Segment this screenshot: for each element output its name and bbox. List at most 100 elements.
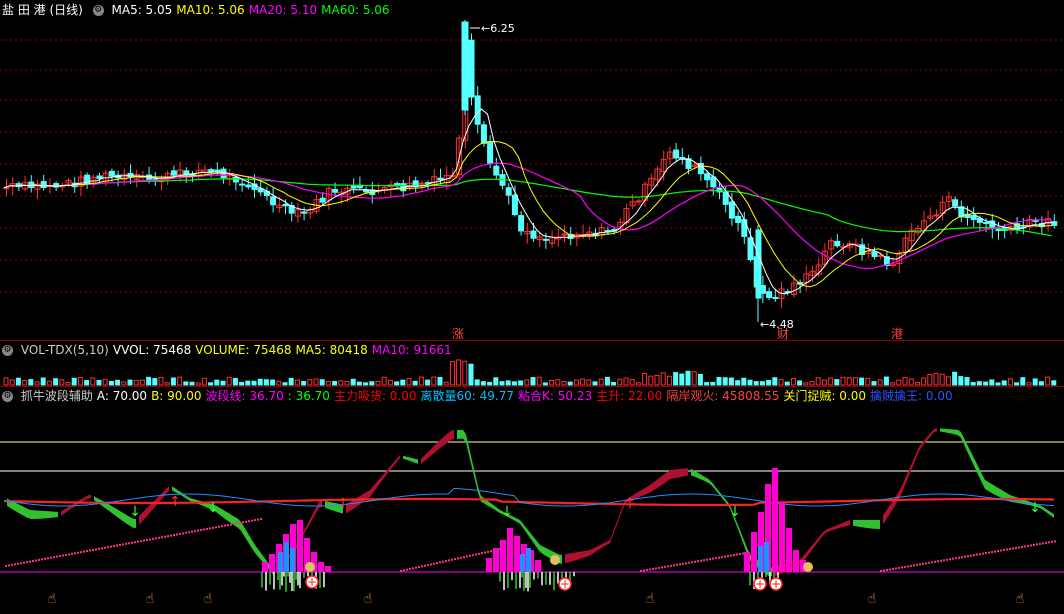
stair-dot [682, 562, 684, 565]
stair-dot [101, 547, 103, 550]
stair-dot [952, 557, 954, 560]
stair-dot [892, 567, 894, 570]
stair-dot [212, 526, 214, 529]
stair-dot [706, 558, 708, 561]
stair-dot [242, 521, 244, 524]
stair-dot [131, 541, 133, 544]
stair-dot [727, 555, 729, 558]
stair-dot [439, 561, 441, 564]
wave-band [421, 430, 454, 464]
stair-dot [200, 529, 202, 532]
stair-dot [53, 556, 55, 559]
buy-plus-icon: + [755, 577, 765, 591]
stair-dot [691, 561, 693, 564]
histogram-bar [786, 528, 792, 572]
stair-dot [460, 556, 462, 559]
stair-dot [167, 535, 169, 538]
histogram-bar [507, 528, 513, 572]
stair-dot [221, 525, 223, 528]
stair-dot [484, 551, 486, 554]
stair-dot [83, 550, 85, 553]
stair-dot [943, 559, 945, 562]
stair-dot [946, 558, 948, 561]
stair-dot [1054, 540, 1056, 543]
stair-dot [71, 552, 73, 555]
hand-pointer-icon: ☝ [146, 591, 155, 607]
stair-dot [886, 568, 888, 571]
stair-dot [1003, 549, 1005, 552]
stair-dot [913, 564, 915, 567]
hand-pointer-icon: ☝ [1016, 591, 1025, 607]
stair-dot [661, 566, 663, 569]
stair-dot [260, 518, 262, 520]
stair-dot [152, 537, 154, 540]
stair-dot [11, 563, 13, 566]
up-arrow-icon: ↑ [337, 496, 349, 512]
stair-dot [412, 567, 414, 570]
stair-dot [646, 568, 648, 571]
stair-dot [928, 561, 930, 564]
stair-dot [919, 563, 921, 566]
stair-dot [1045, 541, 1047, 544]
histogram-bar [297, 520, 303, 572]
stair-dot [907, 565, 909, 568]
stair-dot [1021, 545, 1023, 548]
stair-dot [973, 554, 975, 557]
stair-dot [1000, 549, 1002, 552]
stair-dot [68, 553, 70, 556]
stair-dot [421, 565, 423, 568]
wave-band [172, 486, 274, 576]
stair-dot [469, 554, 471, 557]
stair-dot [658, 566, 660, 569]
stair-dot [976, 553, 978, 556]
money-bag-icon [803, 562, 813, 572]
stair-dot [158, 536, 160, 539]
stair-dot [652, 567, 654, 570]
stair-dot [1018, 546, 1020, 549]
stair-dot [257, 518, 259, 521]
stair-dot [883, 569, 885, 572]
indicator-chart[interactable]: ↓ ↓ ↓ ↓ ↓ ↑ ↑ ↑ + + + + ☝ ☝ ☝ ☝ ☝ ☝ ☝ [0, 0, 1064, 614]
stair-dot [982, 552, 984, 555]
stair-dot [149, 538, 151, 541]
stair-dot [964, 555, 966, 558]
stair-dot [463, 556, 465, 559]
stair-dot [86, 550, 88, 553]
stair-dot [1012, 547, 1014, 550]
stair-dot [239, 521, 241, 524]
stair-dot [730, 554, 732, 557]
stair-dot [1015, 546, 1017, 549]
stair-dot [694, 560, 696, 563]
wave-band [403, 455, 418, 464]
stair-dot [664, 565, 666, 568]
stair-dot [92, 548, 94, 551]
stair-dot [655, 567, 657, 570]
stair-dot [478, 552, 480, 555]
stair-dot [910, 564, 912, 567]
stair-dot [1039, 542, 1041, 545]
hand-pointer-icon: ☝ [48, 591, 57, 607]
stair-dot [454, 558, 456, 561]
stair-dot [128, 542, 130, 545]
wave-band [139, 486, 169, 525]
stair-dot [77, 551, 79, 554]
stair-dot [140, 540, 142, 543]
histogram-bar [779, 502, 785, 572]
stair-dot [403, 569, 405, 572]
stair-dot [59, 555, 61, 558]
histogram-bar [758, 546, 763, 572]
stair-dot [1030, 544, 1032, 547]
histogram-bar [520, 554, 525, 572]
stair-dot [997, 550, 999, 553]
stair-dot [32, 560, 34, 563]
stair-dot [994, 550, 996, 553]
histogram-bar [764, 542, 769, 572]
stair-dot [967, 555, 969, 558]
stair-dot [409, 568, 411, 571]
histogram-bar [493, 548, 499, 572]
stair-dot [895, 567, 897, 570]
stair-dot [904, 565, 906, 568]
stair-dot [146, 539, 148, 542]
stair-dot [23, 561, 25, 564]
stair-dot [676, 563, 678, 566]
